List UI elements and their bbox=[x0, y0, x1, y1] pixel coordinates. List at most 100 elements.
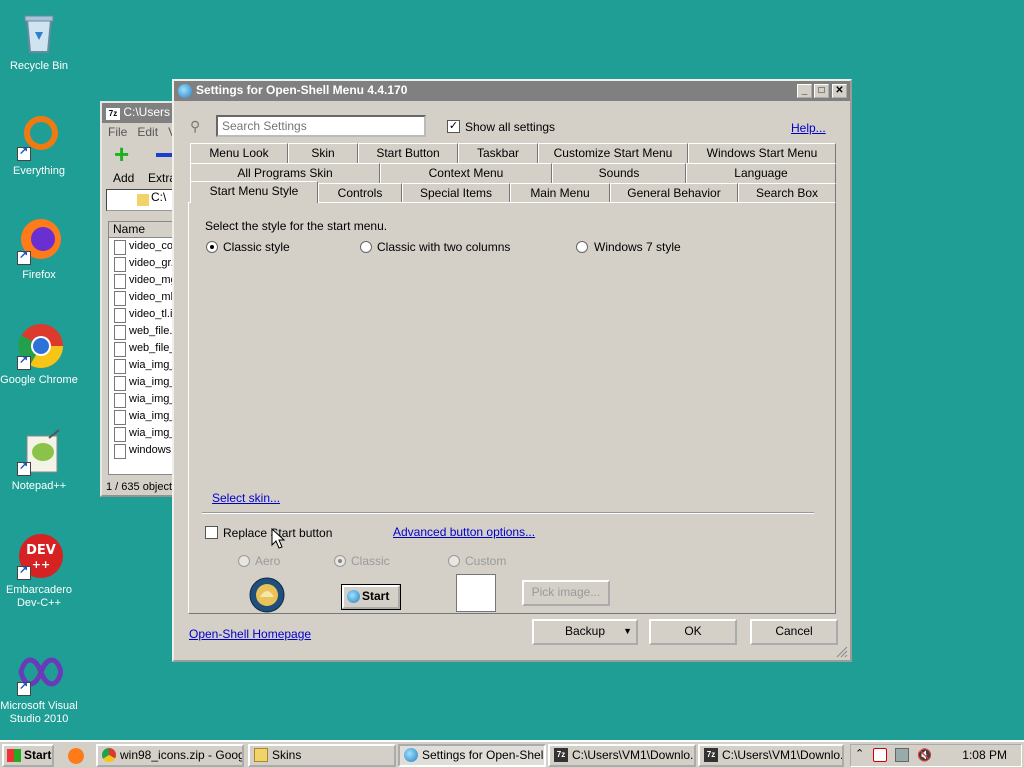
bg-window-titlebar[interactable]: 7z C:\Users bbox=[102, 103, 178, 123]
tab-main-menu[interactable]: Main Menu bbox=[510, 183, 610, 203]
tab-customize-start-menu[interactable]: Customize Start Menu bbox=[538, 143, 688, 163]
two-columns-style-radio[interactable] bbox=[360, 241, 372, 253]
file-list-row[interactable]: web_file.i bbox=[109, 323, 179, 340]
tab-panel bbox=[188, 202, 836, 614]
replace-start-checkbox[interactable] bbox=[205, 526, 218, 539]
clock[interactable]: 1:08 PM bbox=[962, 748, 1007, 762]
menu-edit[interactable]: Edit bbox=[137, 125, 158, 139]
taskbar-item-settings[interactable]: Settings for Open-Shell ... bbox=[398, 744, 546, 767]
advanced-button-options-link[interactable]: Advanced button options... bbox=[393, 525, 535, 539]
tab-search-box[interactable]: Search Box bbox=[738, 183, 836, 203]
open-shell-homepage-link[interactable]: Open-Shell Homepage bbox=[189, 627, 311, 641]
select-skin-link[interactable]: Select skin... bbox=[212, 491, 280, 505]
dialog-titlebar[interactable]: Settings for Open-Shell Menu 4.4.170 _ □… bbox=[174, 81, 850, 101]
desktop-icon-visual-studio[interactable]: Microsoft Visual Studio 2010 bbox=[0, 648, 78, 726]
taskbar-item-skins[interactable]: Skins bbox=[248, 744, 396, 767]
backup-button[interactable]: Backup ▼ bbox=[532, 619, 638, 645]
file-list-row[interactable]: video_gr. bbox=[109, 255, 179, 272]
7zip-small-icon: 7z bbox=[554, 748, 568, 762]
taskbar-item-7zip-2[interactable]: 7z C:\Users\VM1\Downlo... bbox=[698, 744, 844, 767]
show-all-settings-checkbox[interactable]: ✓ bbox=[447, 120, 460, 133]
dropdown-arrow-icon: ▼ bbox=[623, 626, 632, 636]
taskbar-item-7zip-1[interactable]: 7z C:\Users\VM1\Downlo... bbox=[548, 744, 696, 767]
desktop-icon-recycle-bin[interactable]: Recycle Bin bbox=[0, 8, 78, 73]
chevron-up-icon[interactable]: ⌃ bbox=[855, 747, 864, 760]
open-shell-logo-icon bbox=[178, 84, 192, 98]
tab-special-items[interactable]: Special Items bbox=[402, 183, 510, 203]
classic-button-label: Classic bbox=[351, 554, 390, 568]
tab-language[interactable]: Language bbox=[686, 163, 836, 183]
close-button[interactable]: ✕ bbox=[832, 84, 847, 98]
file-list-row[interactable]: wia_img_ bbox=[109, 408, 179, 425]
search-input[interactable] bbox=[216, 115, 426, 137]
column-header-name[interactable]: Name bbox=[109, 222, 179, 238]
tab-windows-start-menu[interactable]: Windows Start Menu bbox=[688, 143, 836, 163]
tab-start-button[interactable]: Start Button bbox=[358, 143, 458, 163]
firefox-quicklaunch-icon[interactable] bbox=[68, 748, 84, 764]
menu-file[interactable]: File bbox=[108, 125, 127, 139]
taskbar-item-chrome[interactable]: win98_icons.zip - Googl... bbox=[96, 744, 244, 767]
resize-grip-icon[interactable] bbox=[836, 646, 848, 658]
file-list-row[interactable]: video_mg bbox=[109, 272, 179, 289]
open-shell-small-icon bbox=[404, 748, 418, 762]
shortcut-arrow-icon bbox=[17, 354, 31, 370]
file-list-row[interactable]: web_file_ bbox=[109, 340, 179, 357]
shortcut-arrow-icon bbox=[17, 145, 31, 161]
desktop-icon-notepadpp[interactable]: Notepad++ bbox=[0, 428, 78, 493]
file-list-row[interactable]: wia_img_ bbox=[109, 391, 179, 408]
tab-start-menu-style[interactable]: Start Menu Style bbox=[190, 181, 318, 203]
desktop-icon-label: Recycle Bin bbox=[9, 60, 69, 72]
network-icon[interactable] bbox=[895, 748, 909, 762]
volume-muted-icon[interactable]: 🔇 bbox=[917, 748, 932, 762]
desktop-icon-label: Google Chrome bbox=[0, 374, 78, 386]
help-link[interactable]: Help... bbox=[791, 121, 826, 135]
file-list-row[interactable]: video_mk bbox=[109, 289, 179, 306]
add-icon[interactable]: + bbox=[114, 141, 129, 167]
desktop-icon-chrome[interactable]: Google Chrome bbox=[0, 322, 78, 387]
tab-menu-look[interactable]: Menu Look bbox=[190, 143, 288, 163]
tab-skin[interactable]: Skin bbox=[288, 143, 358, 163]
file-list-row[interactable]: wia_img_ bbox=[109, 425, 179, 442]
7zip-icon: 7z bbox=[106, 108, 120, 120]
tab-all-programs-skin[interactable]: All Programs Skin bbox=[190, 163, 380, 183]
everything-icon bbox=[15, 113, 63, 161]
desktop-icon-devcpp[interactable]: DEV++ Embarcadero Dev-C++ bbox=[0, 532, 78, 610]
bg-window-address-bar[interactable]: C:\ bbox=[106, 189, 174, 211]
desktop-icon-everything[interactable]: Everything bbox=[0, 113, 78, 178]
tab-sounds[interactable]: Sounds bbox=[552, 163, 686, 183]
maximize-button[interactable]: □ bbox=[814, 84, 829, 98]
aero-radio[interactable] bbox=[238, 555, 250, 567]
windows7-style-radio[interactable] bbox=[576, 241, 588, 253]
file-list[interactable]: Name video_co video_gr. video_mg video_mk vi… bbox=[108, 221, 180, 475]
folder-small-icon bbox=[254, 748, 268, 762]
two-columns-style-label[interactable]: Classic with two columns bbox=[377, 240, 510, 254]
start-button[interactable]: Start bbox=[2, 744, 54, 767]
file-list-row[interactable]: video_co bbox=[109, 238, 179, 255]
background-explorer-window[interactable]: 7z C:\Users File Edit V + Add Extra C:\ … bbox=[100, 101, 180, 497]
cancel-button[interactable]: Cancel bbox=[750, 619, 838, 645]
classic-button-radio[interactable] bbox=[334, 555, 346, 567]
add-button-label[interactable]: Add bbox=[113, 171, 134, 185]
pick-image-button[interactable]: Pick image... bbox=[522, 580, 610, 606]
file-list-row[interactable]: video_tl.i bbox=[109, 306, 179, 323]
classic-style-radio[interactable] bbox=[206, 241, 218, 253]
svg-text:++: ++ bbox=[32, 558, 50, 571]
security-alert-icon[interactable] bbox=[873, 748, 887, 762]
ok-button[interactable]: OK bbox=[649, 619, 737, 645]
desktop-icon-label: Microsoft Visual Studio 2010 bbox=[0, 700, 78, 725]
file-list-row[interactable]: windows. bbox=[109, 442, 179, 459]
windows7-style-label[interactable]: Windows 7 style bbox=[594, 240, 681, 254]
file-list-row[interactable]: wia_img_ bbox=[109, 374, 179, 391]
tab-general-behavior[interactable]: General Behavior bbox=[610, 183, 738, 203]
classic-style-label[interactable]: Classic style bbox=[223, 240, 290, 254]
settings-dialog[interactable]: Settings for Open-Shell Menu 4.4.170 _ □… bbox=[172, 79, 852, 662]
minimize-button[interactable]: _ bbox=[797, 84, 812, 98]
file-list-row[interactable]: wia_img_ bbox=[109, 357, 179, 374]
taskbar-item-label: win98_icons.zip - Googl... bbox=[120, 748, 244, 762]
desktop-icon-firefox[interactable]: Firefox bbox=[0, 217, 78, 282]
tab-context-menu[interactable]: Context Menu bbox=[380, 163, 552, 183]
mouse-cursor-icon bbox=[271, 528, 286, 549]
tab-controls[interactable]: Controls bbox=[318, 183, 402, 203]
tab-taskbar[interactable]: Taskbar bbox=[458, 143, 538, 163]
custom-button-radio[interactable] bbox=[448, 555, 460, 567]
